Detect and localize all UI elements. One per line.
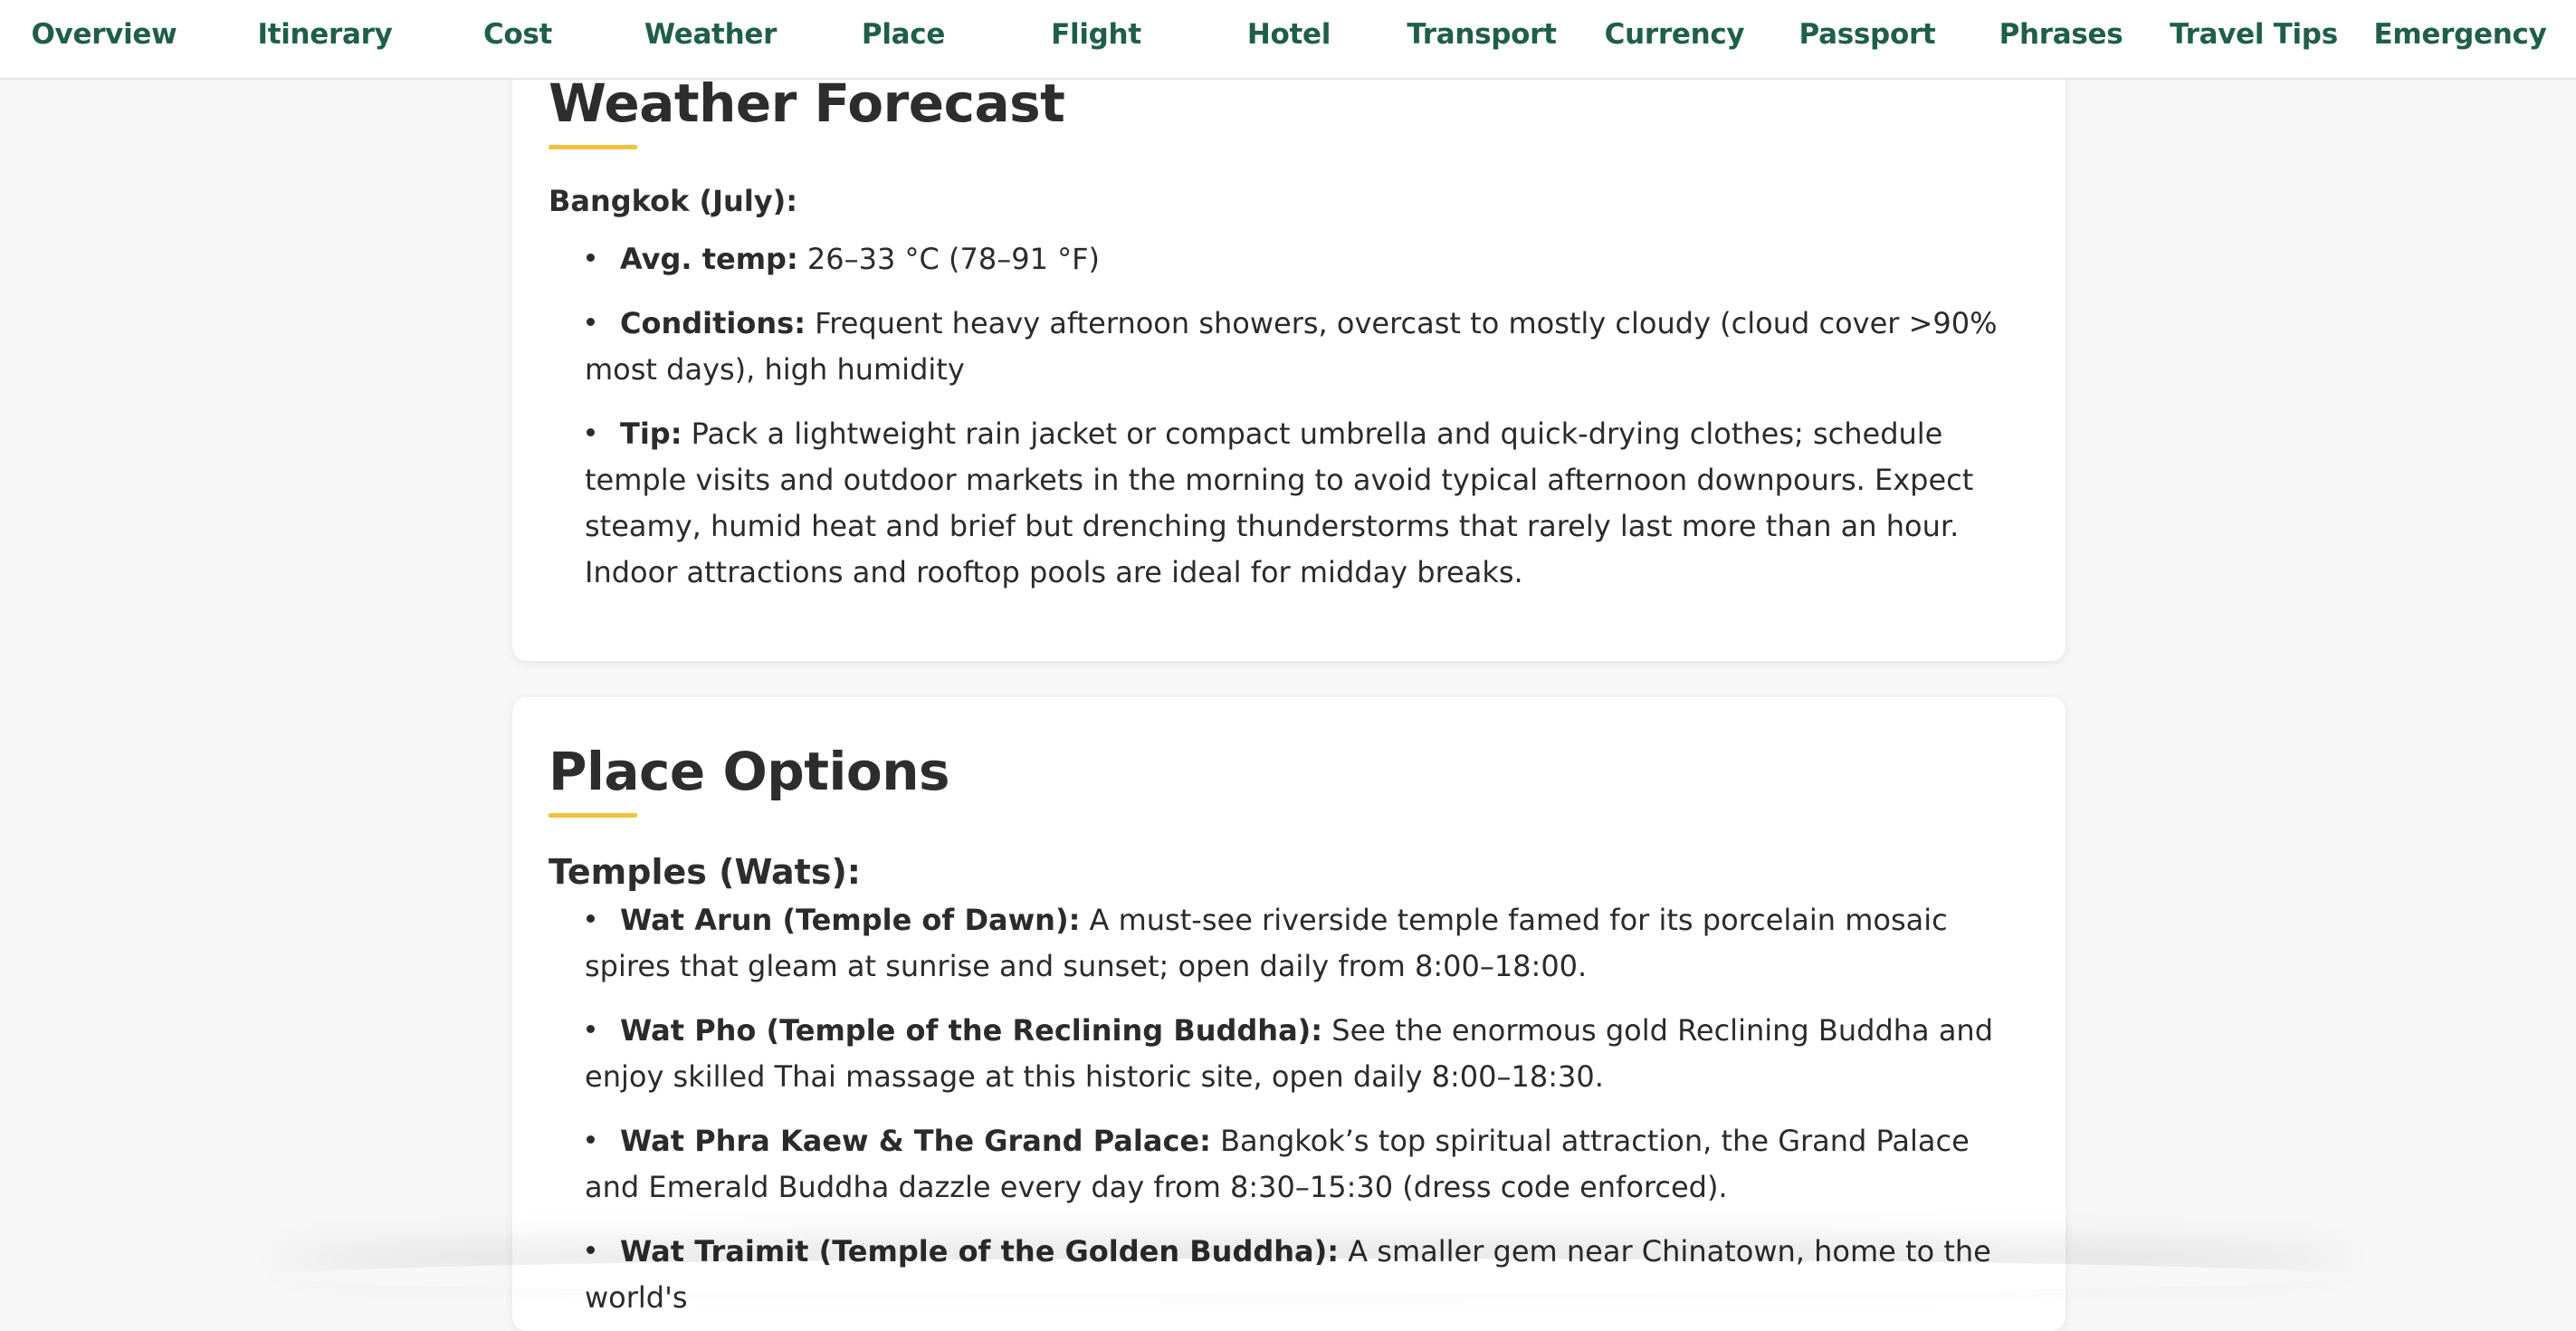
bullet-dot-icon xyxy=(587,254,595,263)
item-label: Wat Pho (Temple of the Reclining Buddha)… xyxy=(620,1012,1323,1048)
bullet-dot-icon xyxy=(587,428,595,437)
weather-list: Avg. temp: 26–33 °C (78–91 °F) Condition… xyxy=(549,236,2029,596)
nav-place[interactable]: Place xyxy=(862,18,945,51)
item-label: Conditions: xyxy=(620,305,806,340)
nav-cost[interactable]: Cost xyxy=(483,18,552,51)
item-label: Wat Traimit (Temple of the Golden Buddha… xyxy=(620,1233,1340,1269)
nav-itinerary[interactable]: Itinerary xyxy=(257,18,392,51)
place-options-title: Place Options xyxy=(549,741,950,802)
item-label: Wat Arun (Temple of Dawn): xyxy=(620,902,1081,937)
item-text: 26–33 °C (78–91 °F) xyxy=(797,241,1101,276)
list-item: Wat Pho (Temple of the Reclining Buddha)… xyxy=(585,1008,2029,1100)
list-item: Avg. temp: 26–33 °C (78–91 °F) xyxy=(585,236,2029,282)
list-item: Wat Arun (Temple of Dawn): A must-see ri… xyxy=(585,897,2029,990)
nav-travel-tips[interactable]: Travel Tips xyxy=(2170,18,2338,51)
top-nav: Overview Itinerary Cost Weather Place Fl… xyxy=(0,0,2576,80)
nav-flight[interactable]: Flight xyxy=(1051,18,1141,51)
temples-heading: Temples (Wats): xyxy=(549,851,862,892)
weather-forecast-card: Weather Forecast Bangkok (July): Avg. te… xyxy=(512,0,2066,661)
nav-overview[interactable]: Overview xyxy=(32,18,177,51)
nav-hotel[interactable]: Hotel xyxy=(1247,18,1331,51)
nav-transport[interactable]: Transport xyxy=(1407,18,1557,51)
nav-phrases[interactable]: Phrases xyxy=(1999,18,2123,51)
list-item: Conditions: Frequent heavy afternoon sho… xyxy=(585,301,2029,393)
list-item: Wat Traimit (Temple of the Golden Buddha… xyxy=(585,1229,2029,1321)
list-item: Tip: Pack a lightweight rain jacket or c… xyxy=(585,411,2029,596)
item-text: Pack a lightweight rain jacket or compac… xyxy=(585,416,1974,589)
bullet-dot-icon xyxy=(587,1025,595,1034)
bullet-dot-icon xyxy=(587,1246,595,1255)
bullet-dot-icon xyxy=(587,914,595,924)
nav-weather[interactable]: Weather xyxy=(644,18,777,51)
list-item: Wat Phra Kaew & The Grand Palace: Bangko… xyxy=(585,1118,2029,1211)
item-label: Wat Phra Kaew & The Grand Palace: xyxy=(620,1123,1211,1158)
weather-forecast-title: Weather Forecast xyxy=(549,72,1065,134)
place-options-card: Place Options Temples (Wats): Wat Arun (… xyxy=(512,697,2066,1331)
nav-emergency[interactable]: Emergency xyxy=(2374,18,2547,51)
bullet-dot-icon xyxy=(587,318,595,327)
temples-list: Wat Arun (Temple of Dawn): A must-see ri… xyxy=(549,897,2029,1321)
item-label: Tip: xyxy=(620,416,682,451)
item-label: Avg. temp: xyxy=(620,241,798,276)
nav-passport[interactable]: Passport xyxy=(1799,18,1936,51)
bullet-dot-icon xyxy=(587,1135,595,1144)
weather-location: Bangkok (July): xyxy=(549,183,798,218)
nav-currency[interactable]: Currency xyxy=(1605,18,1745,51)
